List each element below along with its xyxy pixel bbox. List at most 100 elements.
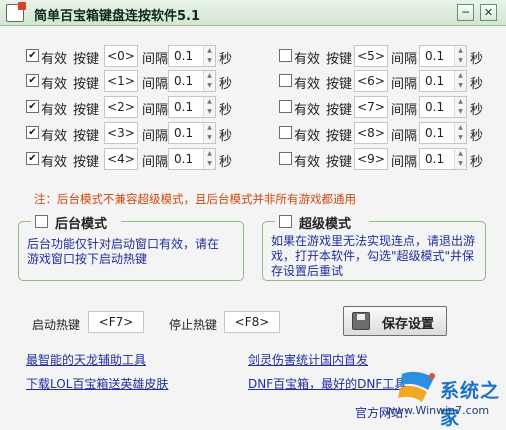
- enabled-checkbox[interactable]: [279, 152, 292, 165]
- stepper-up-icon[interactable]: ▲: [454, 46, 466, 56]
- interval-stepper[interactable]: 0.1 ▲ ▼: [168, 122, 216, 144]
- key-input[interactable]: <6>: [354, 70, 388, 92]
- enabled-checkbox[interactable]: ✔: [26, 74, 39, 87]
- stepper-up-icon[interactable]: ▲: [203, 123, 215, 133]
- watermark: 系统之家 www.Winwin7.com: [386, 368, 504, 429]
- start-hotkey-label: 启动热键: [32, 318, 81, 332]
- watermark-site: www.Winwin7.com: [386, 404, 490, 417]
- link-jianling-stats[interactable]: 剑灵伤害统计国内首发: [248, 351, 368, 368]
- interval-value: 0.1: [425, 49, 445, 63]
- enabled-label: 有效: [41, 77, 68, 92]
- link-lol-box[interactable]: 下载LOL百宝箱送英雄皮肤: [26, 375, 168, 392]
- key-row-5: 有效 按键 <5> 间隔 0.1 ▲ ▼ 秒: [279, 45, 484, 67]
- seconds-label: 秒: [470, 103, 484, 118]
- interval-label: 间隔: [142, 52, 169, 67]
- interval-label: 间隔: [391, 129, 418, 144]
- enabled-checkbox[interactable]: ✔: [26, 100, 39, 113]
- key-label: 按键: [73, 52, 100, 67]
- key-input[interactable]: <7>: [354, 96, 388, 118]
- minimize-button[interactable]: ─: [457, 4, 474, 21]
- enabled-label: 有效: [294, 52, 321, 67]
- key-row-7: 有效 按键 <7> 间隔 0.1 ▲ ▼ 秒: [279, 96, 484, 118]
- background-mode-header: 后台模式: [31, 213, 121, 232]
- key-label: 按键: [326, 77, 353, 92]
- interval-stepper[interactable]: 0.1 ▲ ▼: [419, 45, 467, 67]
- key-input[interactable]: <0>: [104, 45, 138, 67]
- interval-stepper[interactable]: 0.1 ▲ ▼: [168, 70, 216, 92]
- enabled-checkbox[interactable]: [279, 126, 292, 139]
- stepper-up-icon[interactable]: ▲: [203, 46, 215, 56]
- stepper-down-icon[interactable]: ▼: [203, 56, 215, 66]
- enabled-checkbox[interactable]: [279, 74, 292, 87]
- key-input[interactable]: <8>: [354, 122, 388, 144]
- start-hotkey-input[interactable]: <F7>: [88, 311, 144, 333]
- stop-hotkey-input[interactable]: <F8>: [224, 311, 280, 333]
- seconds-label: 秒: [219, 77, 233, 92]
- interval-stepper[interactable]: 0.1 ▲ ▼: [168, 148, 216, 170]
- enabled-label: 有效: [294, 77, 321, 92]
- enabled-checkbox[interactable]: [279, 49, 292, 62]
- background-mode-description: 后台功能仅针对启动窗口有效，请在 游戏窗口按下启动热键: [27, 237, 219, 267]
- interval-value: 0.1: [425, 152, 445, 166]
- stepper-up-icon[interactable]: ▲: [454, 97, 466, 107]
- key-input[interactable]: <2>: [104, 96, 138, 118]
- key-label: 按键: [326, 103, 353, 118]
- stepper-down-icon[interactable]: ▼: [203, 159, 215, 169]
- key-input[interactable]: <4>: [104, 148, 138, 170]
- stepper-down-icon[interactable]: ▼: [203, 133, 215, 143]
- interval-stepper[interactable]: 0.1 ▲ ▼: [419, 148, 467, 170]
- key-input[interactable]: <3>: [104, 122, 138, 144]
- super-mode-checkbox[interactable]: [279, 215, 292, 228]
- link-tianlong-tool[interactable]: 最智能的天龙辅助工具: [26, 351, 146, 368]
- stepper-down-icon[interactable]: ▼: [203, 81, 215, 91]
- save-settings-button[interactable]: 保存设置: [343, 306, 447, 336]
- link-dnf-box[interactable]: DNF百宝箱，最好的DNF工具: [248, 375, 406, 392]
- enabled-label: 有效: [41, 103, 68, 118]
- interval-value: 0.1: [174, 49, 194, 63]
- super-mode-description: 如果在游戏里无法实现连点，请退出游 戏，打开本软件，勾选"超级模式"并保 存设置…: [271, 234, 475, 279]
- interval-stepper[interactable]: 0.1 ▲ ▼: [168, 45, 216, 67]
- stepper-down-icon[interactable]: ▼: [454, 107, 466, 117]
- key-label: 按键: [73, 103, 100, 118]
- background-mode-checkbox[interactable]: [35, 215, 48, 228]
- stepper-up-icon[interactable]: ▲: [454, 71, 466, 81]
- interval-stepper[interactable]: 0.1 ▲ ▼: [419, 122, 467, 144]
- super-mode-desc-line2: 戏，打开本软件，勾选"超级模式"并保: [271, 249, 475, 263]
- key-label: 按键: [326, 129, 353, 144]
- close-button[interactable]: ✕: [480, 4, 497, 21]
- interval-stepper[interactable]: 0.1 ▲ ▼: [419, 96, 467, 118]
- enabled-checkbox[interactable]: [279, 100, 292, 113]
- background-mode-title: 后台模式: [55, 217, 108, 232]
- interval-value: 0.1: [174, 126, 194, 140]
- enabled-checkbox[interactable]: ✔: [26, 126, 39, 139]
- enabled-label: 有效: [294, 129, 321, 144]
- key-input[interactable]: <5>: [354, 45, 388, 67]
- interval-value: 0.1: [174, 152, 194, 166]
- interval-stepper[interactable]: 0.1 ▲ ▼: [168, 96, 216, 118]
- key-input[interactable]: <9>: [354, 148, 388, 170]
- key-label: 按键: [326, 155, 353, 170]
- stepper-down-icon[interactable]: ▼: [454, 81, 466, 91]
- enabled-label: 有效: [41, 129, 68, 144]
- super-mode-desc-line3: 存设置后重试: [271, 264, 344, 278]
- stepper-up-icon[interactable]: ▲: [454, 123, 466, 133]
- key-input[interactable]: <1>: [104, 70, 138, 92]
- enabled-label: 有效: [41, 155, 68, 170]
- interval-label: 间隔: [391, 77, 418, 92]
- stepper-down-icon[interactable]: ▼: [454, 56, 466, 66]
- stepper-up-icon[interactable]: ▲: [454, 149, 466, 159]
- stepper-up-icon[interactable]: ▲: [203, 149, 215, 159]
- enabled-checkbox[interactable]: ✔: [26, 152, 39, 165]
- key-row-6: 有效 按键 <6> 间隔 0.1 ▲ ▼ 秒: [279, 70, 484, 92]
- key-row-3: ✔ 有效 按键 <3> 间隔 0.1 ▲ ▼ 秒: [26, 122, 232, 144]
- stepper-down-icon[interactable]: ▼: [203, 107, 215, 117]
- window-title: 简单百宝箱键盘连按软件5.1: [34, 9, 201, 24]
- seconds-label: 秒: [470, 77, 484, 92]
- interval-stepper[interactable]: 0.1 ▲ ▼: [419, 70, 467, 92]
- enabled-checkbox[interactable]: ✔: [26, 49, 39, 62]
- stepper-up-icon[interactable]: ▲: [203, 97, 215, 107]
- background-mode-desc-line1: 后台功能仅针对启动窗口有效，请在: [27, 237, 220, 251]
- stepper-down-icon[interactable]: ▼: [454, 159, 466, 169]
- stepper-down-icon[interactable]: ▼: [454, 133, 466, 143]
- stepper-up-icon[interactable]: ▲: [203, 71, 215, 81]
